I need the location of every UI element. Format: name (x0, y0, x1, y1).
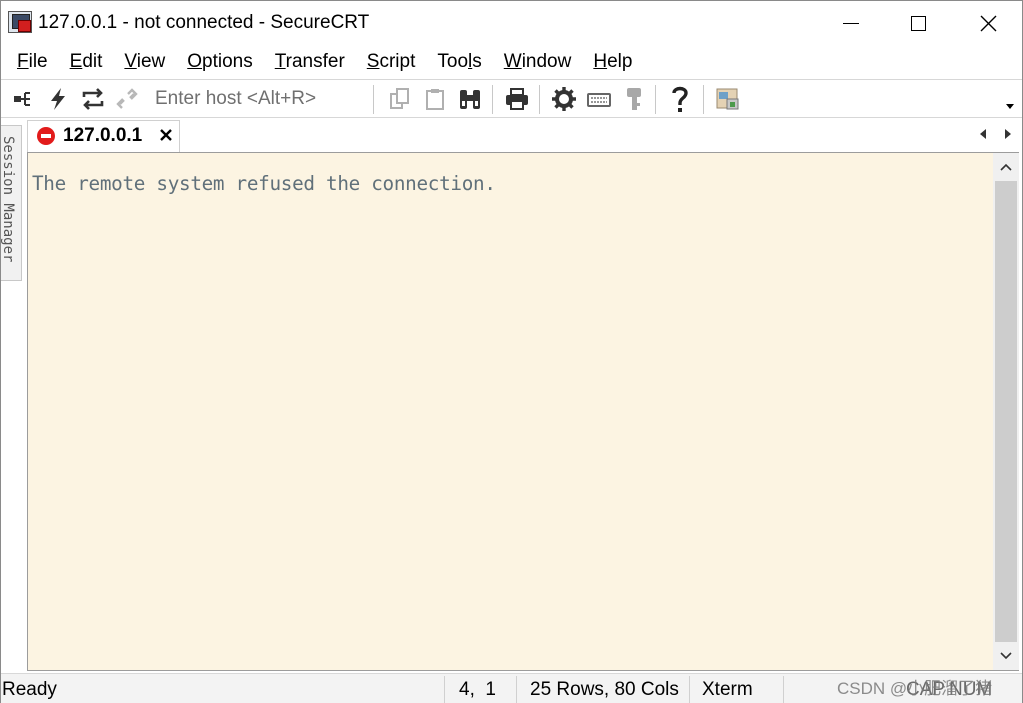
print-icon[interactable] (504, 86, 530, 112)
copy-icon[interactable] (387, 86, 413, 112)
maximize-button[interactable] (895, 1, 941, 45)
disconnect-icon[interactable] (114, 86, 140, 112)
session-tab-bar: 127.0.0.1 (23, 118, 1022, 153)
securecrt-app-icon[interactable] (8, 11, 32, 33)
tab-close-icon[interactable] (158, 127, 174, 143)
close-window-button[interactable] (965, 1, 1011, 45)
menu-window[interactable]: Window (493, 51, 583, 73)
toolbar-separator (703, 85, 704, 114)
menu-script[interactable]: Script (356, 51, 427, 73)
session-tab-label: 127.0.0.1 (63, 125, 143, 146)
csdn-watermark: CSDN @小肥溜了猪 (837, 679, 993, 698)
side-strip (1, 281, 22, 673)
session-options-icon[interactable] (551, 86, 577, 112)
connect-bar-icon[interactable] (10, 86, 36, 112)
session-tab[interactable]: 127.0.0.1 (27, 120, 180, 152)
terminal-scrollbar[interactable] (993, 152, 1019, 671)
status-divider (516, 676, 517, 703)
toolbar-overflow-icon[interactable] (1006, 104, 1014, 109)
menu-transfer[interactable]: Transfer (264, 51, 356, 73)
host-input[interactable] (146, 85, 364, 113)
scroll-thumb[interactable] (995, 181, 1017, 642)
status-divider (689, 676, 690, 703)
session-manager-tab[interactable]: Session Manager (0, 125, 22, 281)
chevron-down-icon (1000, 652, 1012, 660)
toolbar (1, 79, 1022, 118)
window-title: 127.0.0.1 - not connected - SecureCRT (38, 12, 370, 33)
reconnect-icon[interactable] (80, 86, 106, 112)
chevron-up-icon (1000, 163, 1012, 171)
menu-help[interactable]: Help (582, 51, 643, 73)
paste-icon[interactable] (422, 86, 448, 112)
status-emulation: Xterm (702, 679, 753, 700)
help-icon[interactable] (667, 86, 693, 112)
menu-bar: File Edit View Options Transfer Script T… (1, 45, 1022, 79)
status-cursor-position: 4, 1 (459, 679, 496, 700)
close-icon (980, 15, 996, 31)
status-ready: Ready (2, 679, 57, 700)
toolbar-separator (373, 85, 374, 114)
session-manager-label: Session Manager (0, 136, 16, 263)
toolbar-separator (539, 85, 540, 114)
title-bar[interactable]: 127.0.0.1 - not connected - SecureCRT (1, 1, 1022, 45)
find-icon[interactable] (457, 86, 483, 112)
tab-scroll-left-icon[interactable] (980, 129, 986, 139)
keymap-icon[interactable] (586, 86, 612, 112)
status-divider (783, 676, 784, 703)
securecrt-window: 127.0.0.1 - not connected - SecureCRT Fi… (0, 0, 1023, 703)
terminal-area[interactable]: The remote system refused the connection… (27, 152, 993, 671)
menu-file[interactable]: File (6, 51, 59, 73)
status-divider (444, 676, 445, 703)
tab-scroll-right-icon[interactable] (1005, 129, 1011, 139)
scroll-up-button[interactable] (993, 153, 1019, 181)
menu-edit[interactable]: Edit (59, 51, 114, 73)
terminal-line: The remote system refused the connection… (32, 172, 496, 195)
maximize-icon (910, 15, 926, 31)
scroll-down-button[interactable] (993, 642, 1019, 670)
toolbar-separator (492, 85, 493, 114)
public-key-icon[interactable] (621, 86, 647, 112)
menu-options[interactable]: Options (176, 51, 263, 73)
minimize-button[interactable] (828, 1, 874, 45)
minimize-icon (843, 22, 859, 24)
menu-view[interactable]: View (113, 51, 176, 73)
toolbar-separator (655, 85, 656, 114)
quick-connect-icon[interactable] (45, 86, 71, 112)
disconnected-status-icon (37, 127, 55, 145)
menu-tools[interactable]: Tools (426, 51, 492, 73)
status-terminal-size: 25 Rows, 80 Cols (530, 679, 679, 700)
sftp-icon[interactable] (715, 86, 741, 112)
